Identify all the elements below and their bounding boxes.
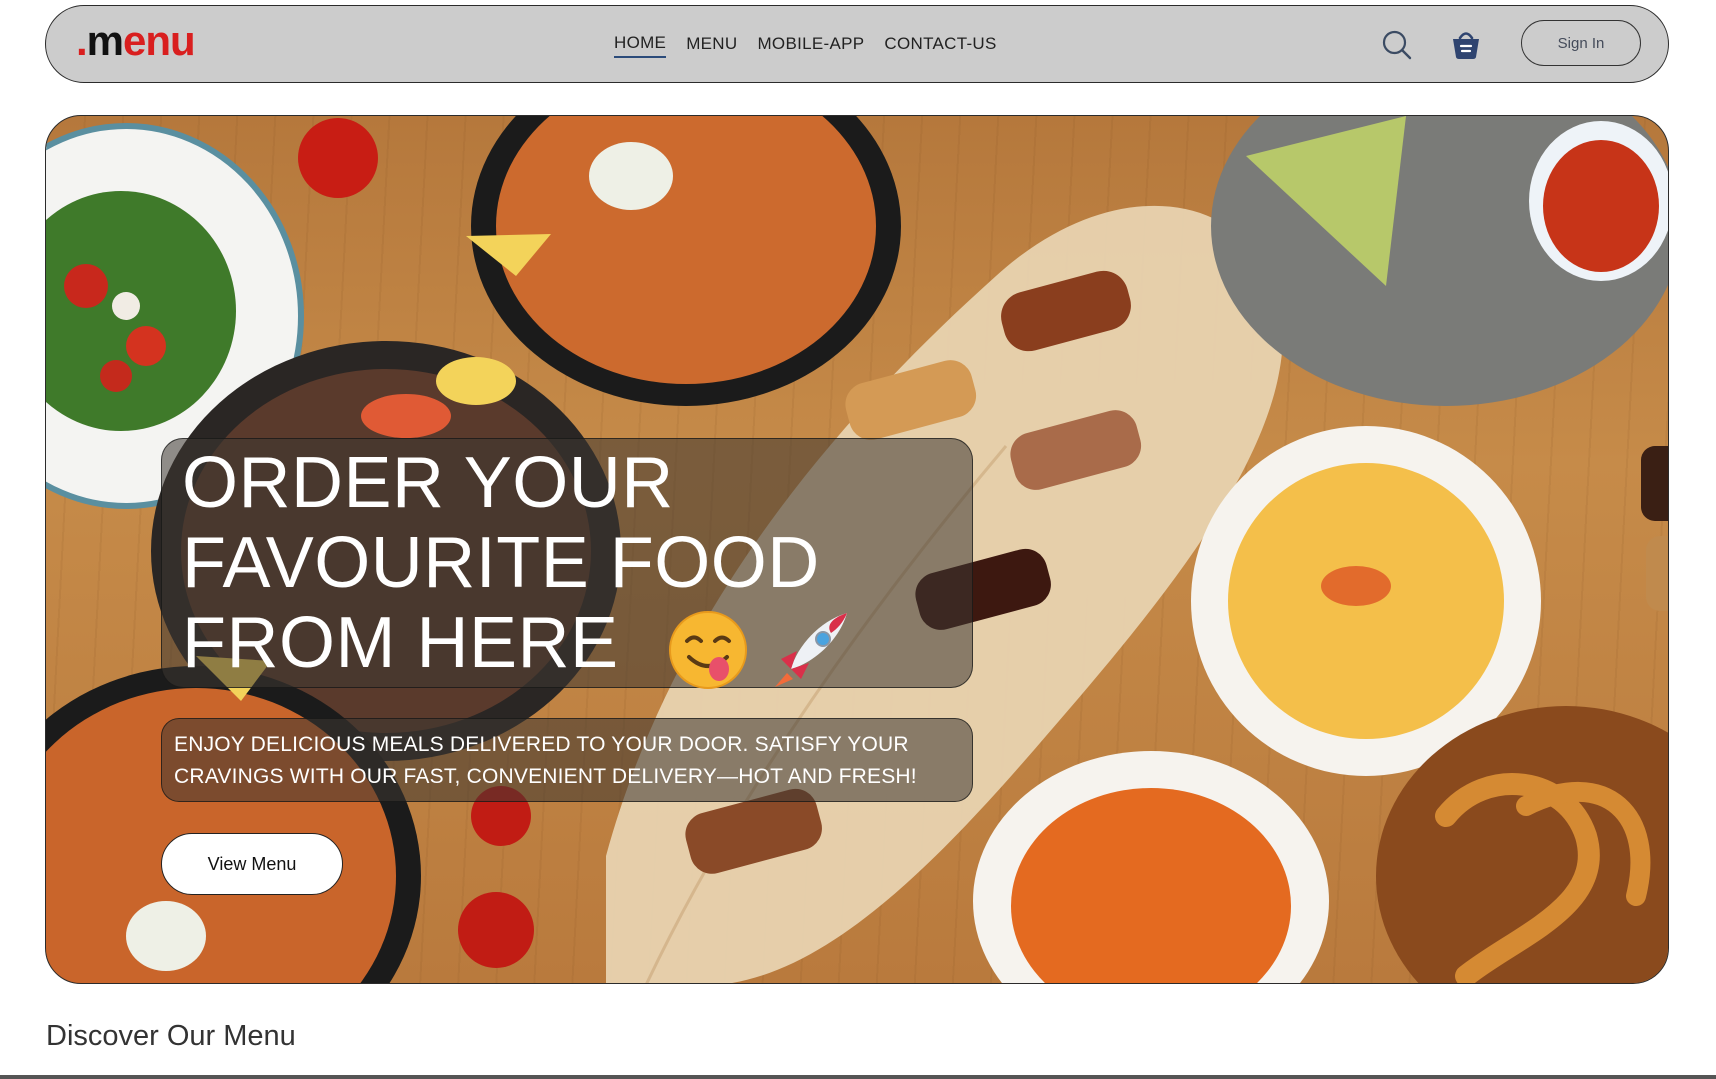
logo-text: enu (123, 17, 196, 64)
face-savoring-food-emoji (669, 611, 747, 689)
navbar: . m enu HOME MENU MOBILE-APP CONTACT-US Si… (45, 5, 1669, 83)
view-menu-button[interactable]: View Menu (161, 833, 343, 895)
logo-m-fork-mark: m (86, 17, 124, 64)
basket-icon[interactable] (1449, 27, 1483, 61)
nav-mobile-app[interactable]: MOBILE-APP (757, 30, 864, 58)
logo-dot: . (76, 17, 88, 64)
nav-contact-us[interactable]: CONTACT-US (884, 30, 996, 58)
subtext-line-2: CRAVINGS WITH OUR FAST, CONVENIENT DELIV… (174, 765, 917, 788)
search-icon[interactable] (1381, 29, 1413, 61)
nav-home[interactable]: HOME (614, 29, 667, 58)
headline-line-1: ORDER YOUR (182, 443, 674, 523)
page: . m enu HOME MENU MOBILE-APP CONTACT-US Si… (0, 0, 1716, 1079)
subtext-overlay: ENJOY DELICIOUS MEALS DELIVERED TO YOUR … (161, 718, 973, 802)
subtext-line-1: ENJOY DELICIOUS MEALS DELIVERED TO YOUR … (174, 733, 909, 756)
section-title: Discover Our Menu (46, 1020, 296, 1052)
main-nav: HOME MENU MOBILE-APP CONTACT-US (614, 6, 997, 81)
divider (0, 1075, 1716, 1079)
rocket-emoji (775, 613, 847, 687)
brand-logo[interactable]: . m enu (76, 16, 196, 66)
hero-banner: ORDER YOUR FAVOURITE FOOD FROM HERE ENJO… (45, 115, 1669, 984)
headline-line-2: FAVOURITE FOOD (182, 523, 820, 603)
hero-subtext: ENJOY DELICIOUS MEALS DELIVERED TO YOUR … (174, 729, 962, 793)
sign-in-button[interactable]: Sign In (1521, 20, 1641, 66)
nav-menu[interactable]: MENU (686, 30, 737, 58)
headline-overlay: ORDER YOUR FAVOURITE FOOD FROM HERE (161, 438, 973, 689)
